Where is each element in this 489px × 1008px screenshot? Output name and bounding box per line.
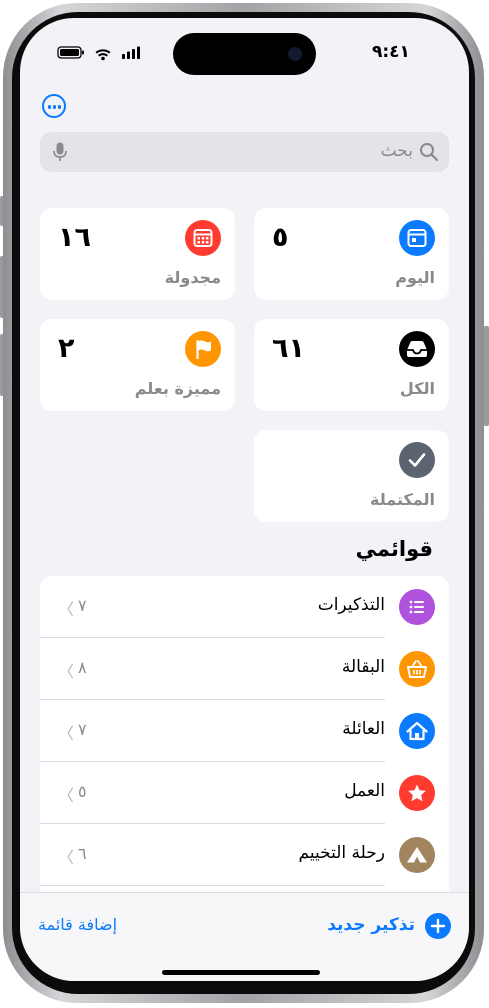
calendar-icon bbox=[185, 220, 221, 256]
calendar-today-icon bbox=[399, 220, 435, 256]
chevron-left-icon: 〈 bbox=[58, 662, 75, 681]
list-item-label: العمل bbox=[344, 781, 385, 801]
tray-icon bbox=[399, 331, 435, 367]
list-item-count: ٧ bbox=[78, 596, 87, 615]
all-label: الكل bbox=[399, 379, 435, 398]
completed-label: المكتملة bbox=[369, 490, 435, 509]
list-item-work[interactable]: العمل ٥ 〈 bbox=[40, 762, 449, 824]
my-lists-title: قوائمي bbox=[355, 537, 433, 561]
status-time: ٩:٤١ bbox=[372, 42, 410, 62]
list-item-label: التذكيرات bbox=[317, 595, 385, 615]
flagged-count: ٢ bbox=[58, 333, 75, 364]
wifi-icon bbox=[95, 49, 111, 61]
search-bar[interactable]: بحث bbox=[40, 132, 449, 172]
list-item-count: ٧ bbox=[78, 720, 87, 739]
list-item-label: رحلة التخييم bbox=[298, 843, 385, 863]
list-item-family[interactable]: العائلة ٧ 〈 bbox=[40, 700, 449, 762]
chevron-left-icon: 〈 bbox=[58, 724, 75, 743]
new-reminder-label: تذكير جديد bbox=[327, 915, 415, 935]
house-icon bbox=[399, 713, 435, 749]
home-indicator[interactable] bbox=[162, 970, 320, 975]
smart-list-today[interactable]: ٥ اليوم bbox=[254, 208, 449, 300]
list-item-count: ٨ bbox=[78, 658, 87, 677]
list-item-count: ٥ bbox=[78, 782, 87, 801]
basket-icon bbox=[399, 651, 435, 687]
cellular-signal-icon bbox=[122, 46, 140, 59]
list-item-camping-trip[interactable]: رحلة التخييم ٦ 〈 bbox=[40, 824, 449, 886]
all-count: ٦١ bbox=[272, 333, 305, 364]
star-icon bbox=[399, 775, 435, 811]
power-button[interactable] bbox=[484, 326, 489, 426]
my-lists: التذكيرات ٧ 〈 البقالة ٨ 〈 العائلة ٧ 〈 ال… bbox=[40, 576, 449, 896]
smart-list-all[interactable]: ٦١ الكل bbox=[254, 319, 449, 411]
list-item-count: ٦ bbox=[78, 844, 87, 863]
camera-icon bbox=[288, 47, 302, 61]
search-icon bbox=[420, 143, 439, 162]
scheduled-label: مجدولة bbox=[164, 268, 221, 287]
list-item-reminders[interactable]: التذكيرات ٧ 〈 bbox=[40, 576, 449, 638]
flag-icon bbox=[185, 331, 221, 367]
chevron-left-icon: 〈 bbox=[58, 848, 75, 867]
smart-list-completed[interactable]: المكتملة bbox=[254, 430, 449, 522]
microphone-icon[interactable] bbox=[53, 142, 67, 162]
dynamic-island bbox=[173, 33, 316, 75]
screen: ٩:٤١ بحث ٥ اليوم ١٦ مجدولة ٦١ الكل ٢ ممي… bbox=[20, 18, 469, 981]
flagged-label: مميزة بعلم bbox=[134, 379, 221, 398]
chevron-left-icon: 〈 bbox=[58, 600, 75, 619]
more-options-button[interactable] bbox=[42, 94, 66, 118]
today-count: ٥ bbox=[272, 222, 289, 253]
battery-icon bbox=[57, 46, 84, 59]
bottom-toolbar: تذكير جديد إضافة قائمة bbox=[20, 892, 469, 981]
today-label: اليوم bbox=[395, 268, 435, 287]
list-item-label: البقالة bbox=[341, 657, 385, 677]
chevron-left-icon: 〈 bbox=[58, 786, 75, 805]
list-item-label: العائلة bbox=[342, 719, 385, 739]
tent-icon bbox=[399, 837, 435, 873]
checkmark-icon bbox=[399, 442, 435, 478]
smart-list-scheduled[interactable]: ١٦ مجدولة bbox=[40, 208, 235, 300]
add-list-button[interactable]: إضافة قائمة bbox=[38, 915, 117, 934]
smart-list-flagged[interactable]: ٢ مميزة بعلم bbox=[40, 319, 235, 411]
list-item-groceries[interactable]: البقالة ٨ 〈 bbox=[40, 638, 449, 700]
status-icons bbox=[57, 46, 140, 61]
search-placeholder: بحث bbox=[380, 141, 413, 161]
scheduled-count: ١٦ bbox=[58, 222, 91, 253]
plus-icon bbox=[425, 913, 451, 939]
divider bbox=[40, 885, 385, 886]
list-icon bbox=[399, 589, 435, 625]
